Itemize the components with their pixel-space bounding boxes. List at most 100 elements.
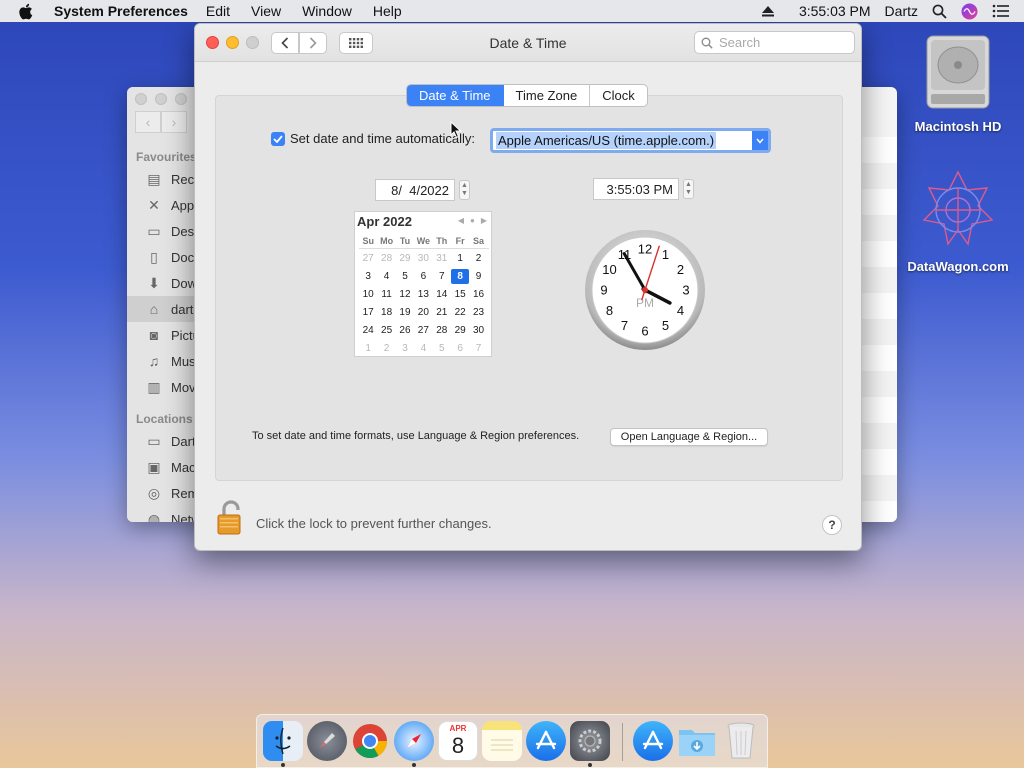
finder-close-button[interactable] [135,93,147,105]
menu-help[interactable]: Help [373,3,402,19]
calendar-day[interactable]: 4 [414,343,432,354]
calendar-day[interactable]: 3 [359,271,377,282]
documents-icon: ▯ [150,248,158,265]
calendar-day[interactable]: 8 [450,268,470,284]
calendar-day[interactable]: 25 [377,325,395,336]
apple-menu-icon[interactable] [18,3,40,20]
trash-icon[interactable] [721,721,761,761]
calendar-day[interactable]: 6 [451,343,469,354]
calendar-day[interactable]: 30 [414,253,432,264]
finder-minimize-button[interactable] [155,93,167,105]
calendar-day[interactable]: 1 [451,253,469,264]
menu-app-name[interactable]: System Preferences [54,3,188,19]
calendar-day[interactable]: 20 [414,307,432,318]
calendar-day[interactable]: 29 [451,325,469,336]
tab-clock[interactable]: Clock [590,85,647,106]
disk-icon: ▣ [147,458,161,475]
calendar-day[interactable]: 19 [396,307,414,318]
calendar-day[interactable]: 2 [469,253,487,264]
time-field[interactable]: 3:55:03 PM [593,178,679,200]
calendar[interactable]: Apr 2022 ◀ ● ▶ Su Mo Tu We Th Fr Sa 27 28 29 30 31 1… [354,211,492,357]
calendar-day[interactable]: 7 [469,343,487,354]
menu-edit[interactable]: Edit [206,3,230,19]
calendar-day[interactable]: 22 [451,307,469,318]
calendar-icon[interactable]: APR 8 [438,721,478,761]
menu-window[interactable]: Window [302,3,352,19]
finder-back-button[interactable]: ‹ [135,111,161,133]
notification-center-icon[interactable] [992,4,1010,18]
launchpad-icon[interactable] [307,721,347,761]
desktop-icon: ▭ [147,222,161,239]
date-field[interactable]: 8/ 4/2022 [375,179,455,201]
siri-icon[interactable] [961,3,978,20]
calendar-day[interactable]: 7 [433,271,451,282]
calendar-day[interactable]: 17 [359,307,377,318]
app-store-icon[interactable] [526,721,566,761]
calendar-day[interactable]: 23 [469,307,487,318]
date-stepper[interactable]: ▲ ▼ [459,180,470,200]
calendar-day[interactable]: 12 [396,289,414,300]
desktop-icon-datawagon[interactable]: DataWagon.com [903,168,1013,274]
menu-view[interactable]: View [251,3,281,19]
calendar-prev-icon[interactable]: ◀ [458,216,464,225]
calendar-today-icon[interactable]: ● [470,216,475,225]
downloads-icon: ⬇ [148,274,160,291]
calendar-day[interactable]: 29 [396,253,414,264]
menu-user[interactable]: Dartz [885,3,918,19]
help-button[interactable]: ? [822,515,842,535]
eject-icon[interactable] [761,5,775,17]
calendar-day[interactable]: 27 [414,325,432,336]
calendar-day[interactable]: 24 [359,325,377,336]
calendar-day[interactable]: 2 [377,343,395,354]
downloads-folder-icon[interactable] [677,721,717,761]
calendar-day[interactable]: 14 [433,289,451,300]
lock-icon[interactable] [215,500,247,536]
calendar-day[interactable]: 10 [359,289,377,300]
date-time-preferences-window: Date & Time Search Date & Time Time Zone… [194,23,862,551]
open-language-region-button[interactable]: Open Language & Region... [610,428,768,446]
tab-date-time[interactable]: Date & Time [407,85,504,106]
calendar-day[interactable]: 5 [396,271,414,282]
calendar-day[interactable]: 16 [469,289,487,300]
calendar-day[interactable]: 15 [451,289,469,300]
safari-icon[interactable] [394,721,434,761]
calendar-day[interactable]: 3 [396,343,414,354]
finder-icon[interactable] [263,721,303,761]
auto-date-time-checkbox[interactable] [271,131,285,146]
tab-time-zone[interactable]: Time Zone [504,85,591,106]
calendar-day[interactable]: 1 [359,343,377,354]
menu-clock[interactable]: 3:55:03 PM [799,3,871,19]
calendar-day[interactable]: 11 [377,289,395,300]
calendar-day[interactable]: 9 [469,271,487,282]
finder-forward-button[interactable]: › [161,111,187,133]
calendar-weekday-row: Su Mo Tu We Th Fr Sa [359,234,489,249]
search-field[interactable]: Search [694,31,855,54]
calendar-day[interactable]: 21 [433,307,451,318]
calendar-day[interactable]: 4 [377,271,395,282]
finder-sidebar-label: Mus [171,353,196,369]
calendar-week-row: 24 25 26 27 28 29 30 [359,321,489,339]
time-stepper[interactable]: ▲ ▼ [683,179,694,199]
calendar-day[interactable]: 13 [414,289,432,300]
calendar-day[interactable]: 26 [396,325,414,336]
calendar-day[interactable]: 30 [469,325,487,336]
app-store-folder-icon[interactable] [633,721,673,761]
date-value: 8/ 4/2022 [391,182,449,198]
calendar-next-icon[interactable]: ▶ [481,216,487,225]
chevron-down-icon[interactable] [752,131,768,150]
calendar-day[interactable]: 27 [359,253,377,264]
system-preferences-icon[interactable] [570,721,610,761]
notes-icon[interactable] [482,721,522,761]
desktop-icon-macintosh-hd[interactable]: Macintosh HD [903,32,1013,134]
spotlight-search-icon[interactable] [932,4,947,19]
chrome-icon[interactable] [350,721,390,761]
finder-zoom-button[interactable] [175,93,187,105]
time-server-select[interactable]: Apple Americas/US (time.apple.com.) [490,128,771,153]
calendar-day[interactable]: 18 [377,307,395,318]
calendar-day[interactable]: 28 [433,325,451,336]
calendar-day[interactable]: 5 [433,343,451,354]
calendar-day[interactable]: 28 [377,253,395,264]
calendar-day[interactable]: 6 [414,271,432,282]
clock-number: 7 [621,318,628,333]
calendar-day[interactable]: 31 [433,253,451,264]
